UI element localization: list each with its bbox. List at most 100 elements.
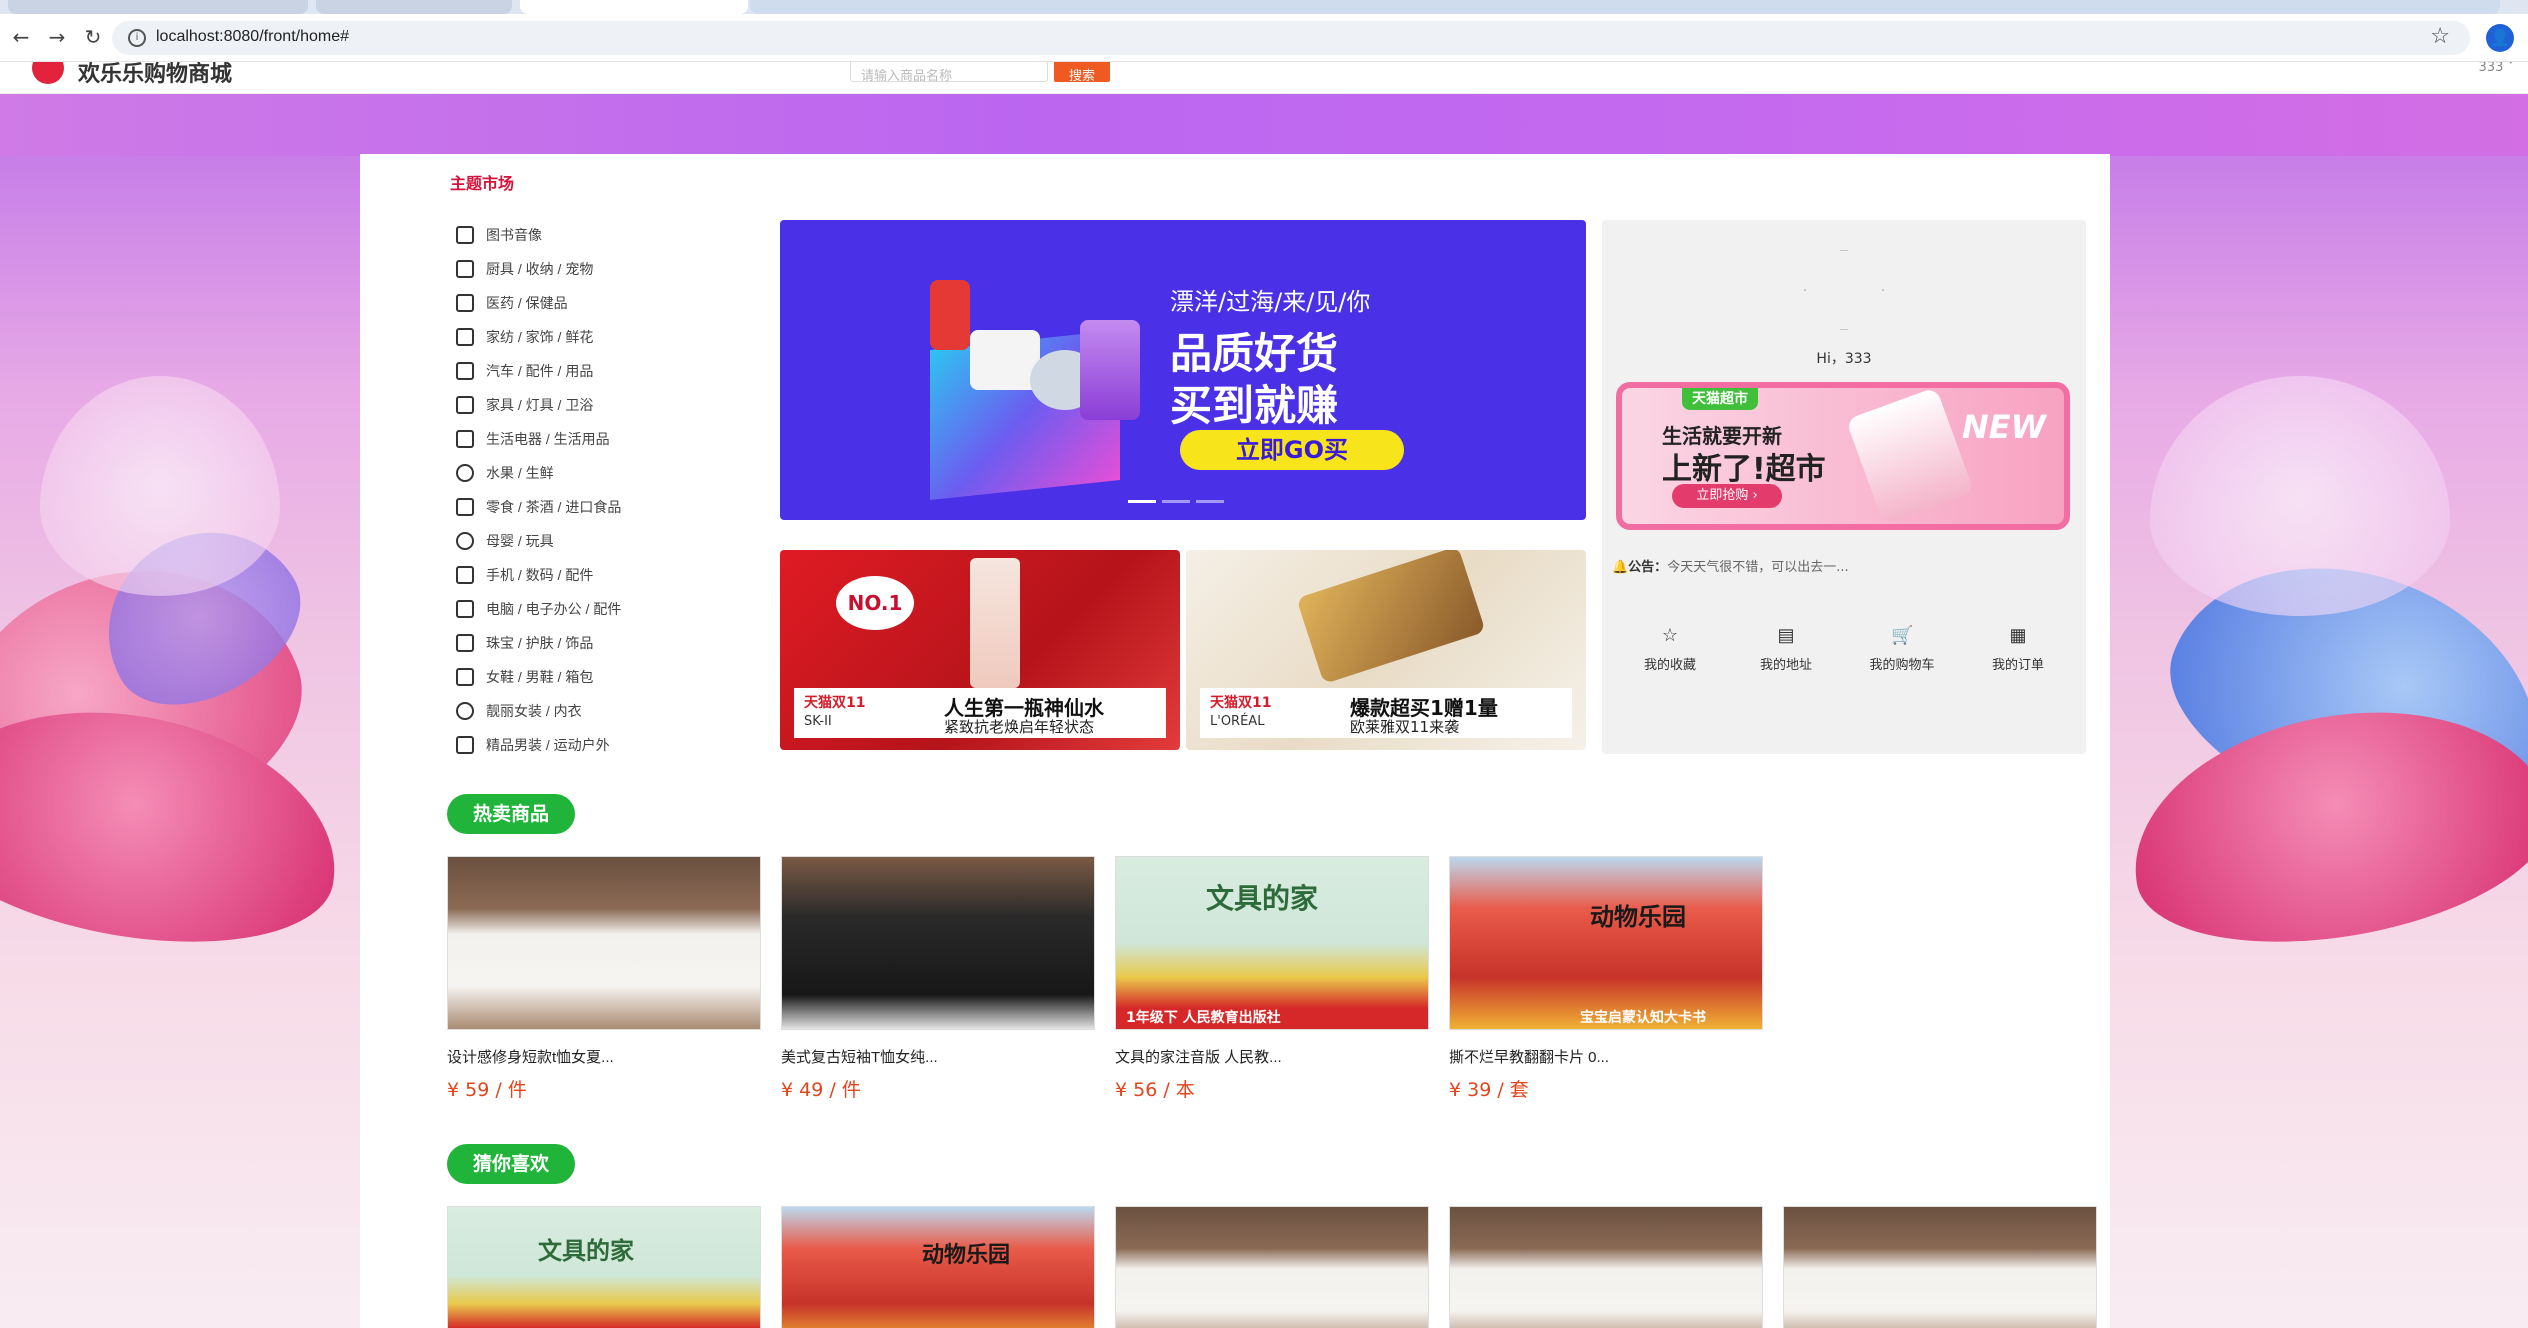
- category-item[interactable]: 家纺 / 家饰 / 鲜花: [456, 320, 756, 354]
- product-image[interactable]: [447, 856, 761, 1030]
- sub-banner-slogan2: 紧致抗老焕启年轻状态: [944, 718, 1095, 736]
- product-image[interactable]: 文具的家 1年级下 人民教育出版社: [1115, 856, 1429, 1030]
- my-orders-link[interactable]: ▦ 我的订单: [1968, 624, 2068, 673]
- category-label: 厨具 / 收纳 / 宠物: [486, 261, 594, 277]
- search-button[interactable]: 搜索: [1054, 62, 1110, 84]
- product-card[interactable]: 动物乐园: [781, 1206, 1095, 1328]
- image-cards-title: 动物乐园: [1590, 903, 1686, 931]
- quick-link-label: 我的购物车: [1869, 657, 1935, 672]
- fruit-icon: [456, 464, 474, 482]
- product-card[interactable]: 文具的家 1年级下 人民教育出版社 文具的家注音版 人民教... ¥ 56 / …: [1115, 856, 1429, 1102]
- category-item[interactable]: 医药 / 保健品: [456, 286, 756, 320]
- notice-bar[interactable]: 🔔公告：今天天气很不错，可以出去一...: [1612, 556, 1849, 575]
- product-image[interactable]: [1115, 1206, 1429, 1328]
- address-bar[interactable]: i localhost:8080/front/home# ☆: [112, 21, 2470, 55]
- product-card[interactable]: 设计感修身短款t恤女夏... ¥ 59 / 件: [447, 856, 761, 1102]
- category-item[interactable]: 图书音像: [456, 218, 756, 252]
- category-label: 电脑 / 电子办公 / 配件: [486, 601, 622, 617]
- category-item[interactable]: 靓丽女装 / 内衣: [456, 694, 756, 728]
- reload-icon[interactable]: ↻: [80, 24, 106, 50]
- product-card[interactable]: 文具的家: [447, 1206, 761, 1328]
- category-item[interactable]: 家具 / 灯具 / 卫浴: [456, 388, 756, 422]
- category-item[interactable]: 手机 / 数码 / 配件: [456, 558, 756, 592]
- browser-tab[interactable]: [316, 0, 512, 14]
- banner-product: [930, 280, 970, 350]
- category-label: 家纺 / 家饰 / 鲜花: [486, 329, 594, 345]
- supermarket-promo[interactable]: 天猫超市 生活就要开新 上新了!超市 立即抢购 › NEW: [1616, 382, 2070, 530]
- promo-buy-button[interactable]: 立即抢购 ›: [1672, 484, 1782, 508]
- image-cards-bottom: 宝宝启蒙认知大卡书: [1580, 1010, 1706, 1026]
- my-cart-link[interactable]: 🛒 我的购物车: [1852, 624, 1952, 673]
- shop-logo-icon[interactable]: [32, 62, 64, 84]
- category-item[interactable]: 精品男装 / 运动户外: [456, 728, 756, 762]
- browser-tab-strip: [0, 0, 2528, 14]
- category-label: 家具 / 灯具 / 卫浴: [486, 397, 594, 413]
- carousel-indicators: [1128, 500, 1224, 503]
- site-info-icon[interactable]: i: [128, 29, 146, 47]
- forward-icon[interactable]: →: [44, 24, 70, 50]
- lock-icon: [456, 226, 474, 244]
- bookmark-star-icon[interactable]: ☆: [2430, 24, 2450, 49]
- bag-icon: [456, 668, 474, 686]
- promo-new-label: NEW: [1962, 408, 2046, 446]
- product-name[interactable]: 设计感修身短款t恤女夏...: [447, 1046, 761, 1067]
- browser-tab[interactable]: [750, 0, 2500, 14]
- sub-banner-skii[interactable]: NO.1 天猫双11 SK-II 人生第一瓶神仙水 紧致抗老焕启年轻状态: [780, 550, 1180, 750]
- site-name[interactable]: 欢乐乐购物商城: [78, 62, 232, 88]
- grid-icon: [456, 396, 474, 414]
- banner-cta-button[interactable]: 立即GO买: [1180, 430, 1404, 470]
- main-carousel[interactable]: 漂洋/过海/来/见/你 品质好货 买到就赚 立即GO买: [780, 220, 1586, 520]
- product-card[interactable]: [1115, 1206, 1429, 1328]
- browser-tab-active[interactable]: [520, 0, 748, 14]
- product-card[interactable]: 美式复古短袖T恤女纯... ¥ 49 / 件: [781, 856, 1095, 1102]
- search-input[interactable]: 请输入商品名称: [850, 62, 1048, 84]
- background-decoration-right: [2110, 156, 2528, 1328]
- product-image[interactable]: 动物乐园: [781, 1206, 1095, 1328]
- carousel-dot[interactable]: [1162, 500, 1190, 503]
- diamond-icon: [456, 634, 474, 652]
- product-image[interactable]: 文具的家: [447, 1206, 761, 1328]
- product-name[interactable]: 美式复古短袖T恤女纯...: [781, 1046, 1095, 1067]
- profile-icon[interactable]: 👤: [2486, 24, 2514, 52]
- category-item[interactable]: 女鞋 / 男鞋 / 箱包: [456, 660, 756, 694]
- product-card[interactable]: 动物乐园 宝宝启蒙认知大卡书 撕不烂早教翻翻卡片 0... ¥ 39 / 套: [1449, 856, 1763, 1102]
- avatar[interactable]: [1804, 249, 1884, 331]
- product-card[interactable]: [1449, 1206, 1763, 1328]
- product-price: ¥ 56 / 本: [1115, 1079, 1195, 1101]
- product-image[interactable]: [1449, 1206, 1763, 1328]
- product-card[interactable]: [1783, 1206, 2097, 1328]
- background-decoration-left: [0, 156, 360, 1328]
- category-item[interactable]: 母婴 / 玩具: [456, 524, 756, 558]
- promo-product: [1845, 388, 1975, 524]
- notice-label: 🔔公告：: [1612, 560, 1668, 575]
- product-name[interactable]: 撕不烂早教翻翻卡片 0...: [1449, 1046, 1763, 1067]
- category-item[interactable]: 电脑 / 电子办公 / 配件: [456, 592, 756, 626]
- quick-link-label: 我的订单: [1991, 657, 2044, 672]
- shirt-icon: [456, 736, 474, 754]
- category-item[interactable]: 生活电器 / 生活用品: [456, 422, 756, 456]
- category-item[interactable]: 珠宝 / 护肤 / 饰品: [456, 626, 756, 660]
- product-image[interactable]: [781, 856, 1095, 1030]
- my-favorites-link[interactable]: ☆ 我的收藏: [1620, 624, 1720, 673]
- user-menu[interactable]: 333 ˅: [2479, 62, 2514, 75]
- product-name[interactable]: 文具的家注音版 人民教...: [1115, 1046, 1429, 1067]
- my-address-link[interactable]: ▤ 我的地址: [1736, 624, 1836, 673]
- category-item[interactable]: 零食 / 茶酒 / 进口食品: [456, 490, 756, 524]
- browser-tab[interactable]: [8, 0, 308, 14]
- address-icon: ▤: [1777, 625, 1795, 645]
- url-text[interactable]: localhost:8080/front/home#: [156, 28, 349, 46]
- product-image[interactable]: [1783, 1206, 2097, 1328]
- baby-icon: [456, 532, 474, 550]
- image-book-bottom: 1年级下 人民教育出版社: [1126, 1010, 1281, 1026]
- category-item[interactable]: 厨具 / 收纳 / 宠物: [456, 252, 756, 286]
- back-icon[interactable]: ←: [8, 24, 34, 50]
- sub-banner-loreal[interactable]: 天猫双11 L'ORÉAL 爆款超买1赠1量 欧莱雅双11来袭: [1186, 550, 1586, 750]
- category-item[interactable]: 汽车 / 配件 / 用品: [456, 354, 756, 388]
- carousel-dot[interactable]: [1196, 500, 1224, 503]
- product-image[interactable]: 动物乐园 宝宝启蒙认知大卡书: [1449, 856, 1763, 1030]
- sub-banner-label: 天猫双11 SK-II 人生第一瓶神仙水 紧致抗老焕启年轻状态: [794, 688, 1166, 738]
- carousel-dot[interactable]: [1128, 500, 1156, 503]
- category-item[interactable]: 水果 / 生鲜: [456, 456, 756, 490]
- category-label: 女鞋 / 男鞋 / 箱包: [486, 669, 594, 685]
- quick-links: ☆ 我的收藏 ▤ 我的地址 🛒 我的购物车 ▦ 我的订单: [1602, 624, 2086, 673]
